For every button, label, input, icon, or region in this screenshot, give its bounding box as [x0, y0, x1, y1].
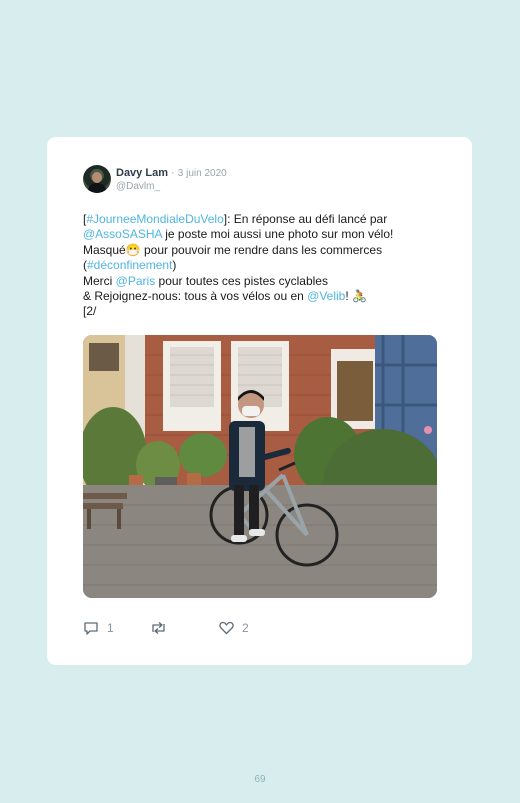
tweet-line: Masqué😷 pour pouvoir me rendre dans les …: [83, 243, 443, 258]
author-separator: ·: [171, 167, 175, 179]
author-name[interactable]: Davy Lam: [116, 167, 168, 179]
retweet-action[interactable]: [150, 621, 167, 635]
hashtag-link[interactable]: #déconfinement: [87, 258, 172, 272]
tweet-date[interactable]: 3 juin 2020: [178, 168, 227, 179]
tweet-line: (#déconfinement): [83, 258, 443, 273]
hashtag-link[interactable]: #JourneeMondialeDuVelo: [86, 212, 223, 226]
tweet-line: Merci @Paris pour toutes ces pistes cycl…: [83, 274, 443, 289]
like-icon: [219, 621, 234, 635]
tweet-line: [2/: [83, 304, 443, 319]
tweet-line: & Rejoignez-nous: tous à vos vélos ou en…: [83, 289, 443, 304]
tweet-text-segment: pour pouvoir me rendre dans les commerce…: [140, 242, 383, 257]
tweet-text-segment: Masqué: [83, 242, 126, 257]
tweet-photo[interactable]: [83, 335, 437, 598]
tweet-text-segment: pour toutes ces pistes cyclables: [155, 273, 328, 288]
mention-link[interactable]: @Paris: [116, 274, 156, 288]
retweet-icon: [152, 622, 165, 634]
tweet-text-segment: ! 🚴: [345, 289, 367, 304]
tweet-line: @AssoSASHA je poste moi aussi une photo …: [83, 227, 443, 242]
page-number: 69: [254, 774, 266, 785]
tweet-text-segment: ]: En réponse au défi lancé par: [223, 212, 388, 226]
tweet-text-segment: [2/: [83, 304, 97, 319]
avatar-face: [92, 172, 102, 183]
author-line: Davy Lam · 3 juin 2020: [116, 167, 227, 179]
reply-action[interactable]: 1: [83, 621, 114, 635]
tweet-text-segment: 😷: [125, 242, 141, 257]
reply-count: 1: [107, 621, 114, 635]
mention-link[interactable]: @Velib: [307, 289, 345, 303]
avatar[interactable]: [83, 165, 111, 193]
tweet-line: [#JourneeMondialeDuVelo]: En réponse au …: [83, 212, 443, 227]
tweet-text-segment: je poste moi aussi une photo sur mon vél…: [161, 227, 394, 242]
like-action[interactable]: 2: [219, 621, 249, 635]
tweet-text: [#JourneeMondialeDuVelo]: En réponse au …: [83, 212, 443, 320]
photo-illustration: [83, 335, 437, 598]
tweet-text-segment: & Rejoignez-nous: tous à vos vélos ou en: [83, 289, 308, 304]
like-count: 2: [242, 621, 249, 635]
tweet-text-segment: ): [172, 258, 177, 273]
reply-icon: [84, 622, 98, 635]
mention-link[interactable]: @AssoSASHA: [83, 227, 162, 241]
author-handle[interactable]: @Davlm_: [116, 181, 160, 192]
tweet-text-segment: Merci: [83, 273, 116, 288]
avatar-body: [88, 183, 106, 193]
tweet-card: Davy Lam · 3 juin 2020 @Davlm_ [#Journee…: [47, 137, 472, 665]
